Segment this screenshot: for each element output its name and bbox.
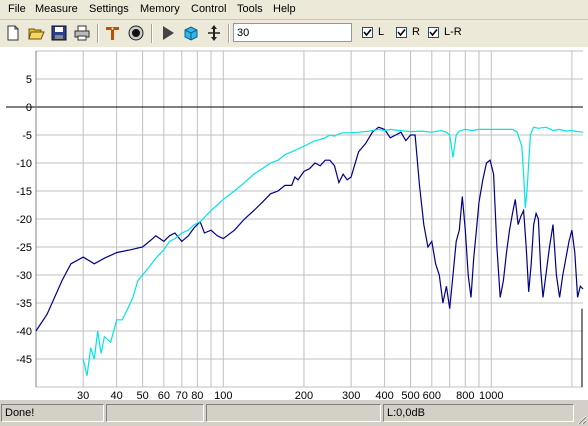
y-tick-label: -20 <box>16 214 32 226</box>
status-panel-2 <box>106 404 204 422</box>
x-tick-label: 70 <box>176 390 188 400</box>
x-tick-label: 100 <box>214 390 232 400</box>
x-tick-label: 400 <box>375 390 393 400</box>
pan-icon[interactable] <box>205 24 223 42</box>
y-tick-label: 0 <box>26 102 32 114</box>
checkbox-diff[interactable] <box>428 27 439 38</box>
x-tick-label: 80 <box>191 390 203 400</box>
menu-control[interactable]: Control <box>191 3 226 15</box>
x-tick-label: 50 <box>137 390 149 400</box>
frequency-input[interactable] <box>233 23 352 42</box>
status-panel-message: Done! <box>1 404 104 422</box>
new-icon[interactable] <box>4 24 22 42</box>
toolbar-separator <box>228 24 230 43</box>
x-tick-label: 1000 <box>479 390 503 400</box>
chart-svg: 50-5-10-15-20-25-30-35-40-4530 40 50 60 70 80… <box>6 50 584 402</box>
menu-settings[interactable]: Settings <box>89 3 129 15</box>
y-tick-label: -10 <box>16 158 32 170</box>
toolbar-separator <box>151 24 153 43</box>
x-tick-label: 40 <box>111 390 123 400</box>
series-line-dark-blue <box>35 126 584 332</box>
record-icon[interactable] <box>127 24 145 42</box>
y-tick-label: -40 <box>16 326 32 338</box>
y-tick-label: 5 <box>26 74 32 86</box>
y-tick-label: -15 <box>16 186 32 198</box>
play-icon[interactable] <box>159 24 177 42</box>
y-tick-label: -35 <box>16 298 32 310</box>
resize-grip-icon[interactable] <box>575 413 587 425</box>
checkbox-right-label: R <box>412 26 420 38</box>
x-tick-label: 60 <box>158 390 170 400</box>
menu-file[interactable]: File <box>8 3 26 15</box>
toolbar: L R L-R <box>0 20 588 48</box>
checkbox-diff-label: L-R <box>444 26 462 38</box>
status-panel-level: L:0,0dB <box>383 404 574 422</box>
checkbox-right[interactable] <box>396 27 407 38</box>
x-tick-label: 200 <box>295 390 313 400</box>
marker-icon[interactable] <box>104 24 122 42</box>
x-tick-label: 30 <box>77 390 89 400</box>
3d-view-icon[interactable] <box>182 24 200 42</box>
y-tick-label: -25 <box>16 242 32 254</box>
x-tick-label: 600 <box>423 390 441 400</box>
open-folder-icon[interactable] <box>27 24 45 42</box>
menu-bar: File Measure Settings Memory Control Too… <box>0 0 588 20</box>
status-bar: Done! L:0,0dB <box>0 401 588 426</box>
frequency-response-plot[interactable]: 5 0 -5 -10 -15 -20 -25 -30 -35 -40 -45 30 40 50 60 70 80… <box>0 47 588 402</box>
toolbar-separator <box>97 24 99 43</box>
status-panel-3 <box>206 404 381 422</box>
menu-memory[interactable]: Memory <box>140 3 180 15</box>
x-tick-label: 300 <box>342 390 360 400</box>
x-tick-label: 500 <box>401 390 419 400</box>
checkbox-left-label: L <box>378 26 385 38</box>
y-tick-label: -5 <box>22 130 32 142</box>
print-icon[interactable] <box>73 24 91 42</box>
menu-measure[interactable]: Measure <box>35 3 78 15</box>
menu-help[interactable]: Help <box>273 3 296 15</box>
x-tick-label: 800 <box>456 390 474 400</box>
checkbox-left[interactable] <box>362 27 373 38</box>
y-tick-label: -45 <box>16 354 32 366</box>
y-tick-label: -30 <box>16 270 32 282</box>
menu-tools[interactable]: Tools <box>237 3 263 15</box>
save-icon[interactable] <box>50 24 68 42</box>
